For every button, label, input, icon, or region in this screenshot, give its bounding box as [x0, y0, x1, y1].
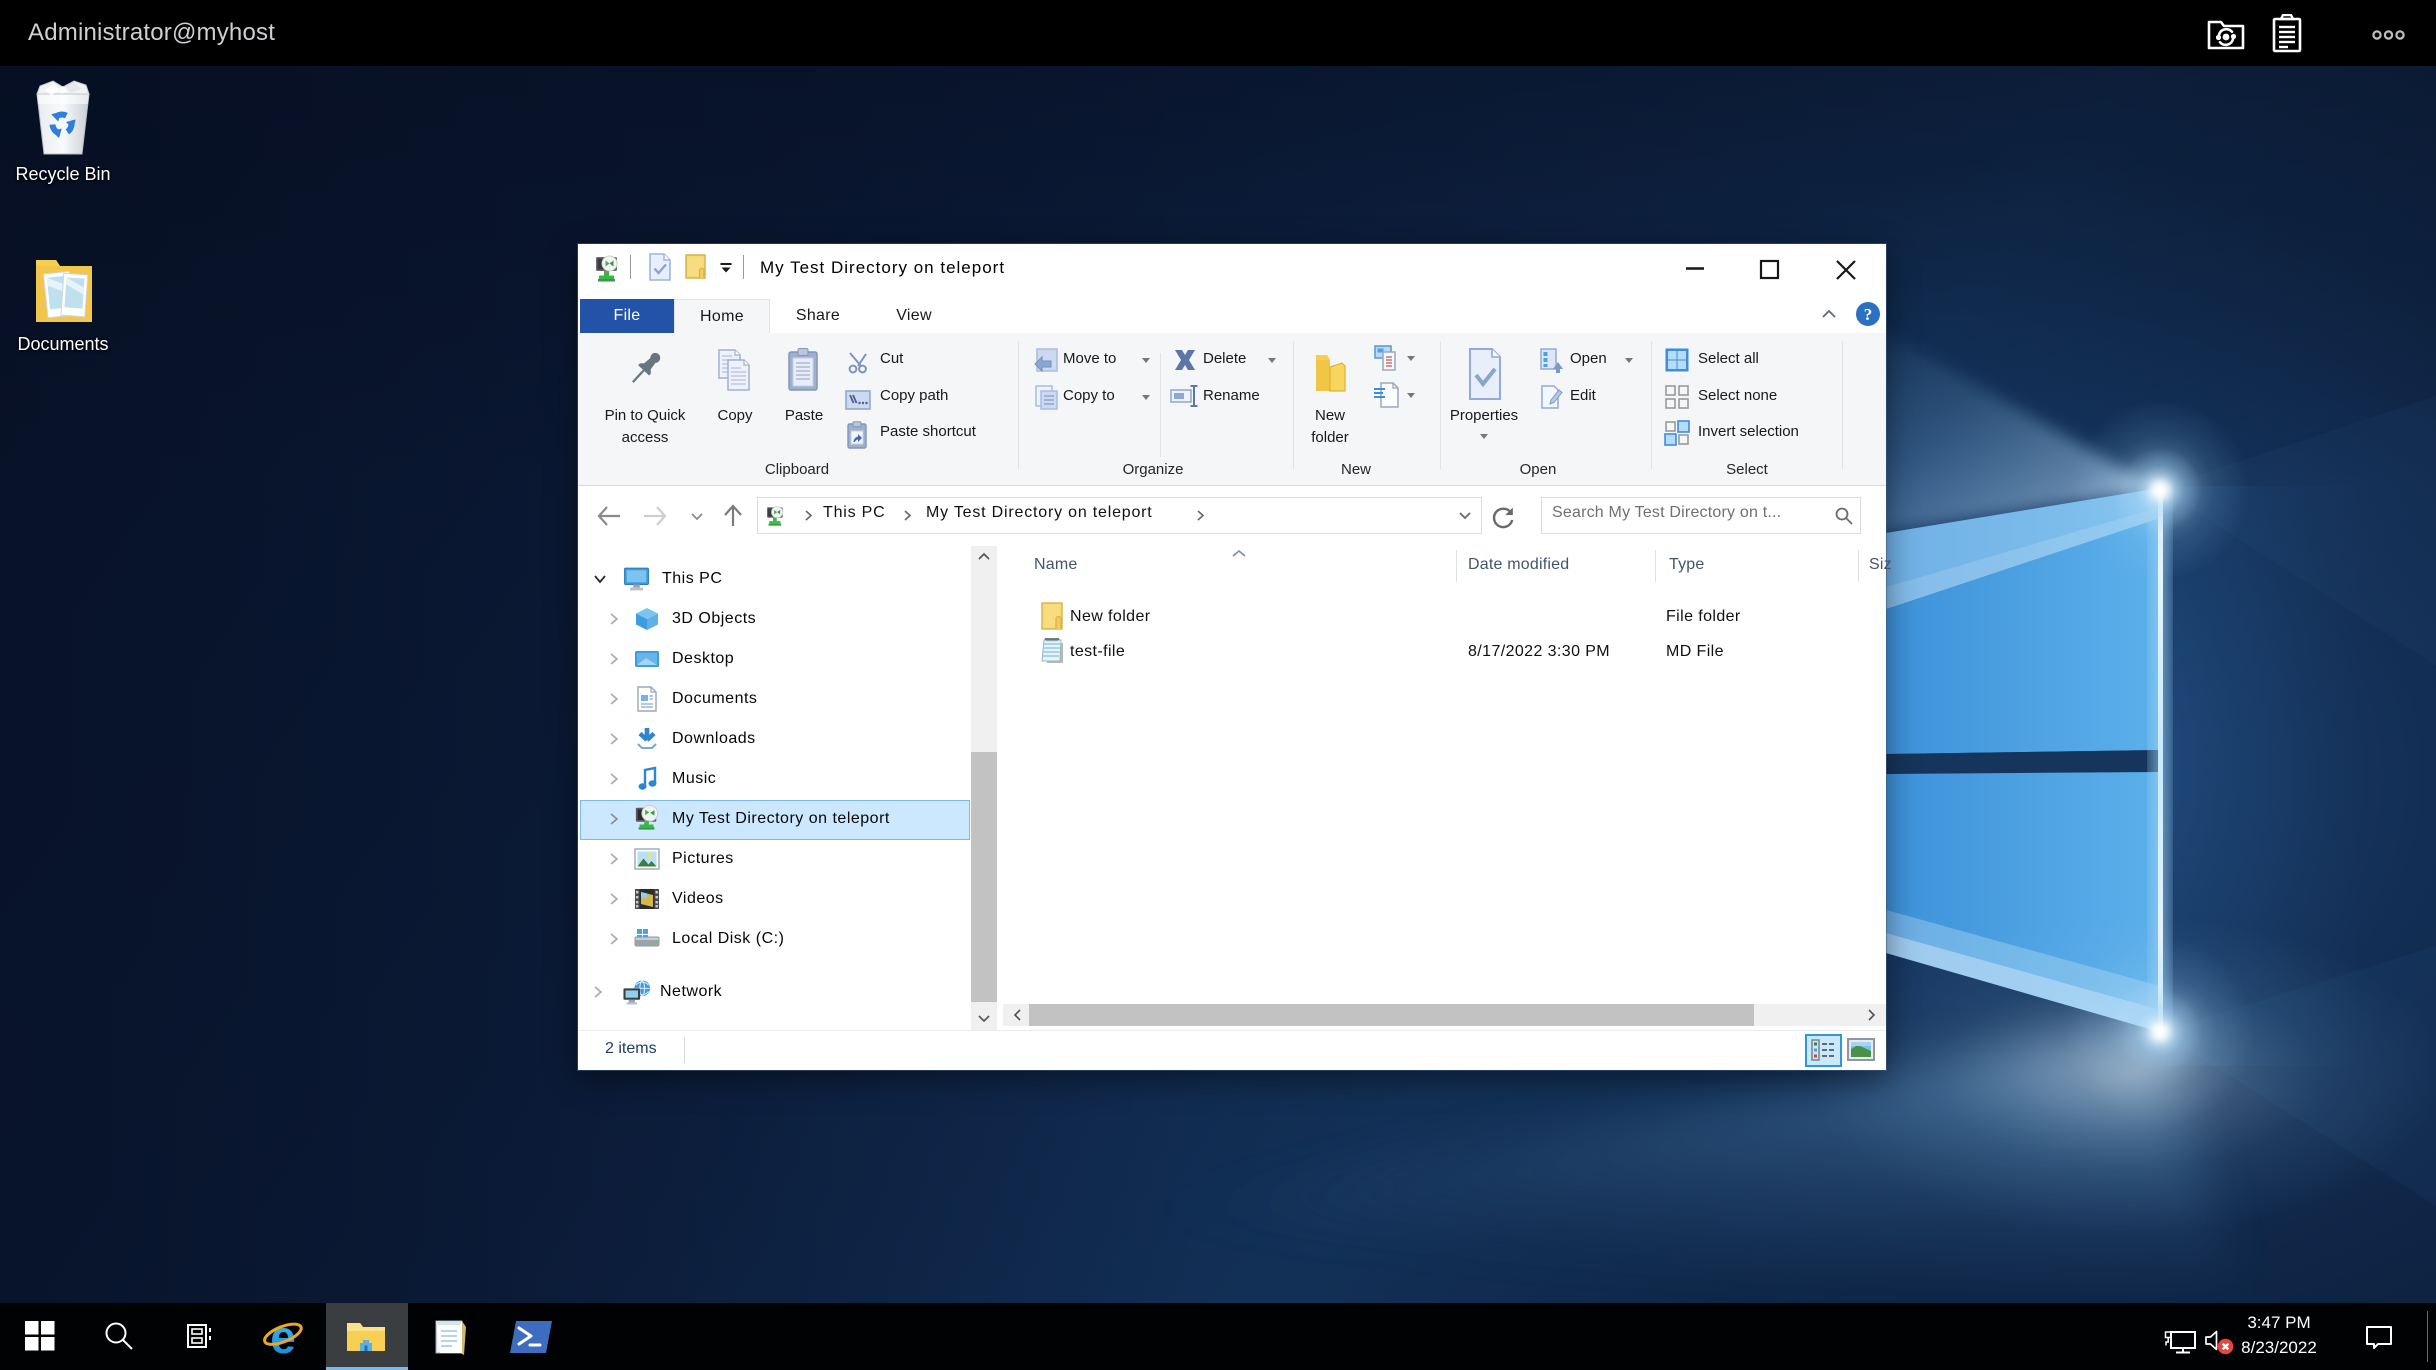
svg-text:?: ?: [1864, 305, 1873, 324]
